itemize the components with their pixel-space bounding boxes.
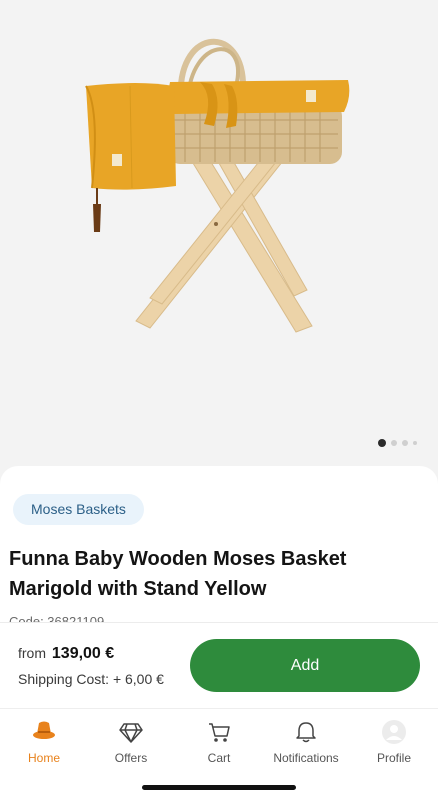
product-image-gallery[interactable]	[0, 0, 438, 470]
gallery-dot[interactable]	[402, 440, 408, 446]
shipping-cost: Shipping Cost: + 6,00 €	[18, 671, 164, 687]
tab-label: Offers	[114, 751, 148, 765]
moses-basket-image	[85, 38, 350, 333]
profile-icon	[382, 720, 406, 744]
gallery-pagination[interactable]	[378, 439, 417, 447]
cart-icon	[209, 723, 230, 742]
tab-label: Cart	[207, 751, 231, 765]
tab-notifications[interactable]: Notifications	[262, 719, 350, 765]
product-title: Funna Baby Wooden Moses Basket Marigold …	[9, 548, 347, 600]
tab-profile[interactable]: Profile	[350, 719, 438, 765]
price-from-label: from	[18, 645, 46, 661]
tab-cart[interactable]: Cart	[175, 719, 263, 765]
gallery-dot-active[interactable]	[378, 439, 386, 447]
category-chip[interactable]: Moses Baskets	[13, 494, 144, 525]
home-hat-icon	[33, 721, 55, 739]
tab-label: Profile	[376, 751, 411, 765]
product-details: Moses Baskets Funna Baby Wooden Moses Ba…	[0, 466, 438, 626]
tab-home[interactable]: Home	[0, 719, 88, 765]
gallery-dot[interactable]	[413, 441, 417, 445]
diamond-icon	[119, 723, 143, 743]
bell-icon	[296, 722, 316, 743]
tab-label: Home	[27, 751, 60, 765]
price-line: from 139,00 €	[18, 645, 114, 663]
buy-bar: from 139,00 € Shipping Cost: + 6,00 € Ad…	[0, 622, 438, 708]
add-to-cart-button[interactable]: Add	[190, 639, 420, 692]
tab-offers[interactable]: Offers	[87, 719, 175, 765]
gallery-dot[interactable]	[391, 440, 397, 446]
tab-label: Notifications	[273, 751, 339, 765]
home-indicator[interactable]	[142, 785, 296, 790]
price-value: 139,00 €	[51, 645, 115, 662]
